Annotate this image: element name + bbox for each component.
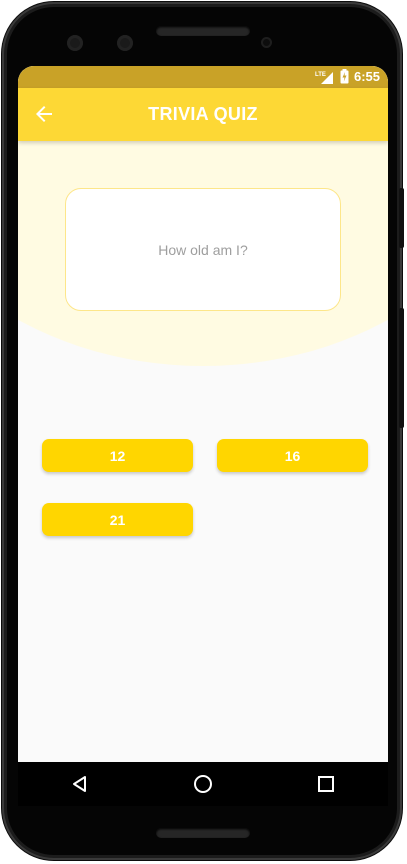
question-text: How old am I? [158,241,248,258]
network-type-label: LTE [315,72,326,78]
nav-recents-button[interactable] [311,769,341,799]
status-bar: LTE 6:55 [18,66,388,88]
nav-back-button[interactable] [65,769,95,799]
app-bar: TRIVIA QUIZ [18,88,388,141]
battery-charging-icon [340,69,349,84]
app-title: TRIVIA QUIZ [148,104,258,124]
status-time: 6:55 [353,69,380,84]
front-camera-icon [67,35,83,51]
power-button [399,308,404,428]
question-card: How old am I? [65,188,341,311]
bottom-speaker [156,828,250,838]
recents-square-icon [318,776,335,792]
earpiece-speaker [156,26,250,36]
nav-home-button[interactable] [188,769,218,799]
volume-button [399,188,404,248]
screen: LTE 6:55 TRIVIA QUIZ How old am I? 12 16… [18,66,388,806]
answer-button-3[interactable]: 21 [42,503,193,536]
system-nav-bar [18,762,388,806]
front-camera-icon [117,35,133,51]
proximity-sensor [261,37,272,48]
home-circle-icon [193,775,212,793]
answer-button-1[interactable]: 12 [42,439,193,472]
back-triangle-icon [72,776,86,792]
signal-icon: LTE [315,71,333,84]
answer-button-2[interactable]: 16 [217,439,368,472]
